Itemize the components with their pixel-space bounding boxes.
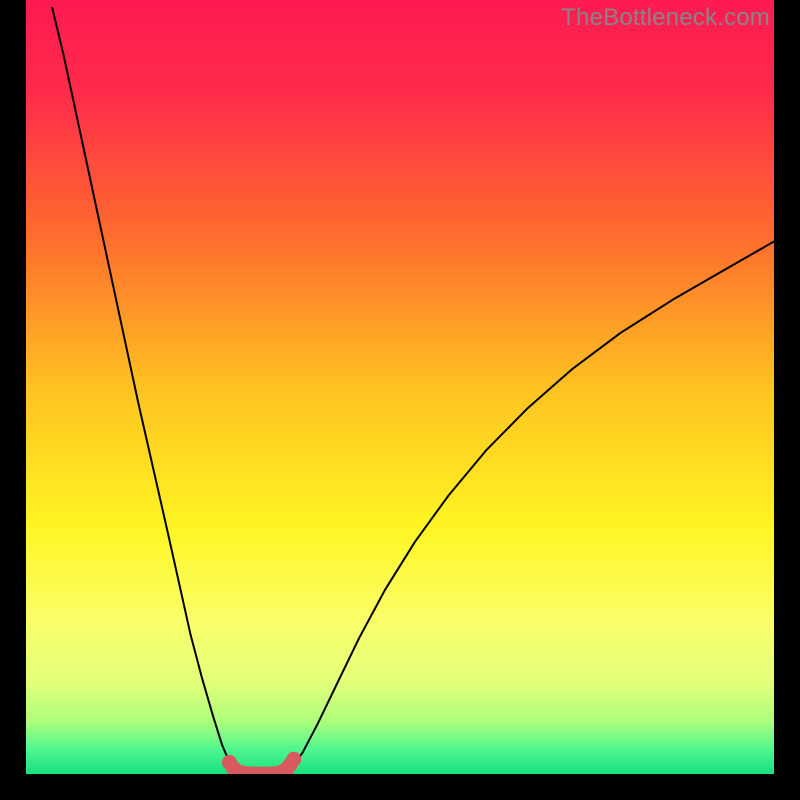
gradient-background xyxy=(26,0,774,774)
chart-area xyxy=(26,0,774,774)
watermark-text: TheBottleneck.com xyxy=(561,4,770,32)
marker-highlight-markers xyxy=(286,752,301,767)
chart-svg xyxy=(26,0,774,774)
